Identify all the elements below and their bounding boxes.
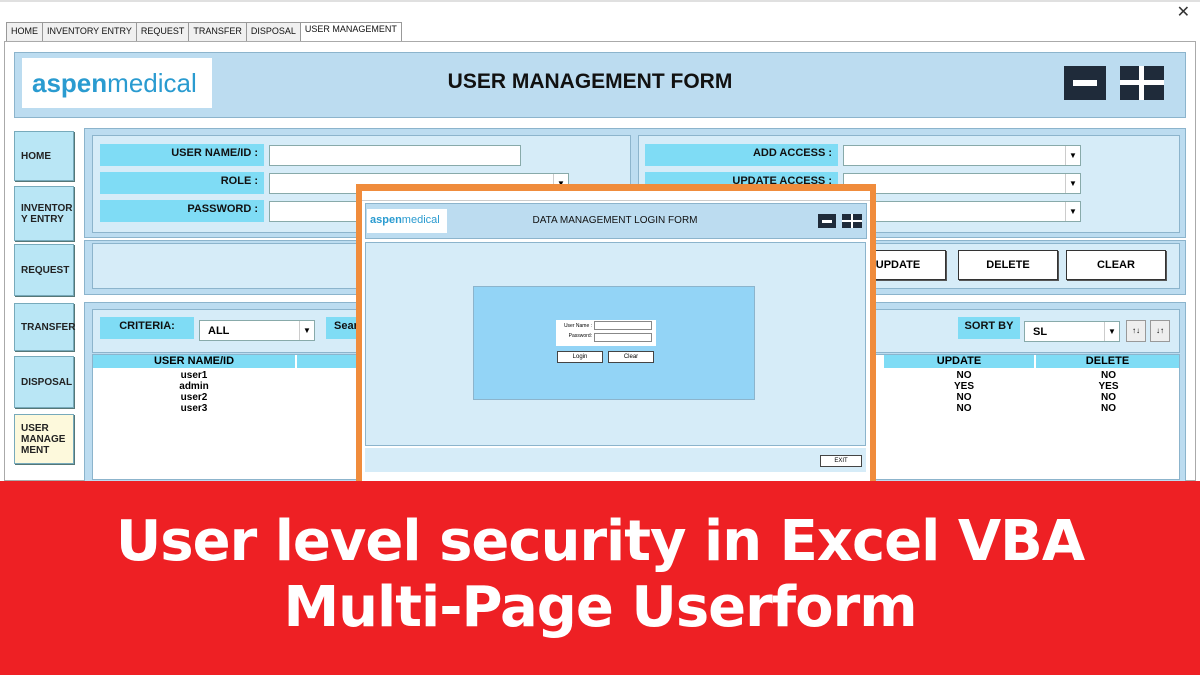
table-row-update: NO — [956, 403, 972, 414]
clear-button[interactable]: CLEAR — [1066, 250, 1166, 280]
table-row-update: NO — [956, 392, 972, 403]
username-label: USER NAME/ID : — [100, 144, 264, 166]
header-delete: DELETE — [1036, 355, 1179, 368]
login-clear-button[interactable]: Clear — [608, 351, 654, 363]
login-footer — [365, 448, 866, 472]
close-icon[interactable]: ✕ — [1177, 2, 1190, 22]
title-banner: User level security in Excel VBA Multi-P… — [0, 481, 1200, 675]
login-maximize-button[interactable] — [842, 214, 862, 228]
header-update: UPDATE — [884, 355, 1034, 368]
criteria-value: ALL — [208, 325, 230, 337]
sidebar-item-disposal[interactable]: DISPOSAL — [14, 356, 74, 408]
login-logo: aspenmedical — [367, 209, 447, 233]
table-row-username[interactable]: admin — [93, 381, 295, 392]
sidebar-item-inventory-entry[interactable]: INVENTOR Y ENTRY — [14, 186, 74, 241]
exit-button[interactable]: EXIT — [820, 455, 862, 467]
sidebar-item-transfer[interactable]: TRANSFER — [14, 303, 75, 351]
chevron-down-icon[interactable]: ▼ — [1065, 202, 1080, 221]
chevron-down-icon[interactable]: ▼ — [1104, 322, 1119, 341]
tab-disposal[interactable]: DISPOSAL — [245, 22, 301, 41]
tab-request[interactable]: REQUEST — [135, 22, 190, 41]
table-row-delete: NO — [1101, 403, 1116, 414]
sort-value: SL — [1033, 326, 1048, 338]
header-username: USER NAME/ID — [93, 355, 295, 368]
table-row-delete: NO — [1101, 370, 1116, 381]
sort-ascending-icon[interactable]: ↑↓ — [1126, 320, 1146, 342]
table-row-username[interactable]: user1 — [93, 370, 295, 381]
login-minimize-button[interactable] — [818, 214, 836, 228]
login-username-input[interactable] — [594, 321, 652, 330]
login-button[interactable]: Login — [557, 351, 603, 363]
window-titlebar — [0, 0, 1200, 22]
criteria-label: CRITERIA: — [100, 317, 194, 339]
sidebar-item-home[interactable]: HOME — [14, 131, 74, 181]
sort-descending-icon[interactable]: ↓↑ — [1150, 320, 1170, 342]
username-input[interactable] — [269, 145, 521, 166]
table-row-username[interactable]: user3 — [93, 403, 295, 414]
table-row-update: NO — [956, 370, 972, 381]
chevron-down-icon[interactable]: ▼ — [1065, 146, 1080, 165]
banner-line-2: Multi-Page Userform — [283, 575, 917, 640]
login-password-label: Password: — [568, 333, 592, 339]
minimize-button[interactable] — [1064, 66, 1106, 100]
table-row-username[interactable]: user2 — [93, 392, 295, 403]
table-row-delete: NO — [1101, 392, 1116, 403]
table-row-update: YES — [953, 381, 974, 392]
add-access-select[interactable]: ▼ — [843, 145, 1081, 166]
page-title: USER MANAGEMENT FORM — [447, 70, 733, 93]
login-username-label: User Name : — [563, 323, 592, 329]
delete-button[interactable]: DELETE — [958, 250, 1058, 280]
delete-access-select[interactable]: ▼ — [843, 201, 1081, 222]
update-access-select[interactable]: ▼ — [843, 173, 1081, 194]
header-column — [297, 355, 357, 368]
tab-strip: HOME INVENTORY ENTRY REQUEST TRANSFER DI… — [6, 22, 402, 45]
password-label: PASSWORD : — [100, 200, 264, 222]
sidebar-item-request[interactable]: REQUEST — [14, 244, 74, 296]
tab-home[interactable]: HOME — [6, 22, 43, 41]
sort-by-label: SORT BY — [958, 317, 1020, 339]
criteria-select[interactable]: ALL ▼ — [199, 320, 315, 341]
tab-inventory-entry[interactable]: INVENTORY ENTRY — [42, 22, 137, 41]
sort-by-select[interactable]: SL ▼ — [1024, 321, 1120, 342]
login-titlebar — [362, 191, 870, 201]
add-access-label: ADD ACCESS : — [645, 144, 838, 166]
maximize-button[interactable] — [1120, 66, 1164, 100]
sidebar-item-user-management[interactable]: USER MANAGE MENT — [14, 414, 74, 464]
chevron-down-icon[interactable]: ▼ — [299, 321, 314, 340]
login-title: DATA MANAGEMENT LOGIN FORM — [532, 215, 698, 226]
table-row-delete: YES — [1098, 381, 1119, 392]
aspenmedical-logo: aspen medical — [22, 58, 212, 108]
role-label: ROLE : — [100, 172, 264, 194]
login-password-input[interactable] — [594, 333, 652, 342]
tab-transfer[interactable]: TRANSFER — [188, 22, 247, 41]
banner-line-1: User level security in Excel VBA — [115, 509, 1085, 574]
chevron-down-icon[interactable]: ▼ — [1065, 174, 1080, 193]
